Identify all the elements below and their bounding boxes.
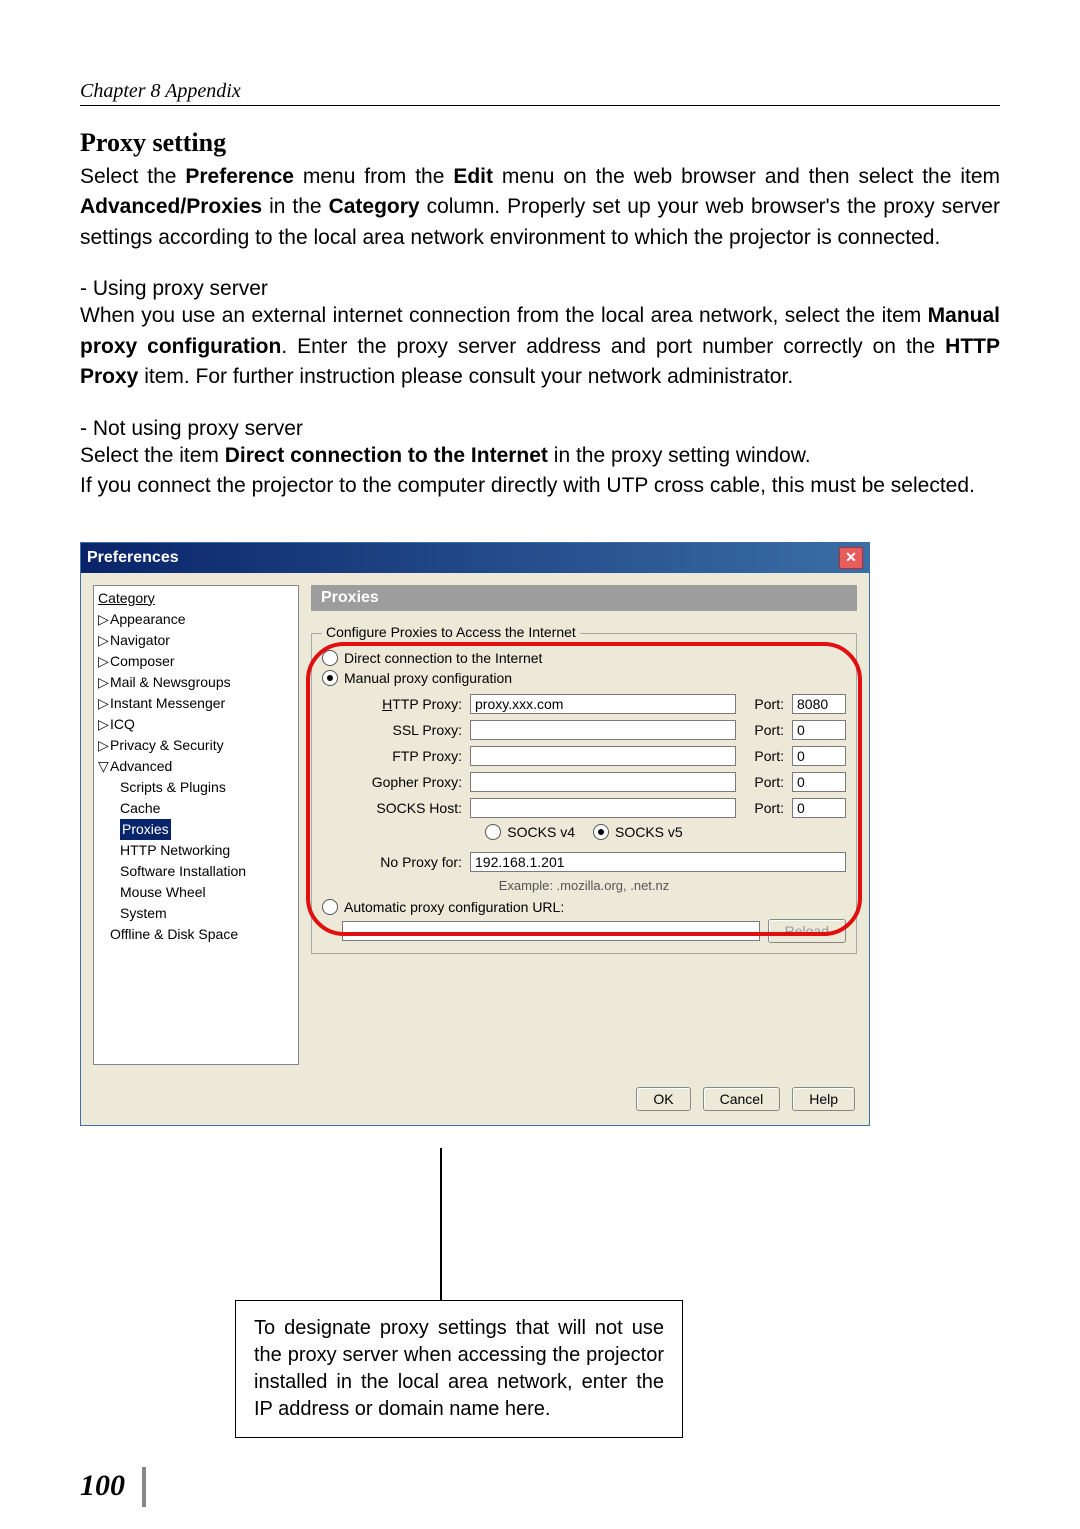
tree-item[interactable]: ▷Appearance xyxy=(98,609,294,630)
radio-icon xyxy=(485,824,501,840)
text-bold: Category xyxy=(329,195,420,218)
radio-socksv4[interactable]: SOCKS v4 xyxy=(485,824,575,840)
text: Select the item xyxy=(80,444,225,467)
tree-item[interactable]: ▷ICQ xyxy=(98,714,294,735)
port-label: Port: xyxy=(744,722,784,738)
radio-label: Direct connection to the Internet xyxy=(344,650,542,666)
section-heading: Proxy setting xyxy=(80,128,1000,158)
no-proxy-label: No Proxy for: xyxy=(342,854,462,870)
port-label: Port: xyxy=(744,774,784,790)
text: Select the xyxy=(80,165,185,188)
sub-heading-using: - Using proxy server xyxy=(80,277,1000,301)
tree-item[interactable]: HTTP Networking xyxy=(98,840,294,861)
port-label: Port: xyxy=(744,800,784,816)
text: menu from the xyxy=(294,165,453,188)
auto-url-input[interactable] xyxy=(342,921,760,941)
tree-item[interactable]: Mouse Wheel xyxy=(98,882,294,903)
tree-item[interactable]: Offline & Disk Space xyxy=(98,924,294,945)
text: in the xyxy=(262,195,328,218)
dialog-title: Preferences xyxy=(87,549,179,567)
panel-title: Proxies xyxy=(311,585,857,611)
http-proxy-input[interactable] xyxy=(470,694,736,714)
socks-host-label: SOCKS Host: xyxy=(342,800,462,816)
ssl-port-input[interactable] xyxy=(792,720,846,740)
text: item. For further instruction please con… xyxy=(138,365,793,388)
http-proxy-label: HTTP Proxy: xyxy=(342,696,462,712)
sub-heading-notusing: - Not using proxy server xyxy=(80,417,1000,441)
socks-host-input[interactable] xyxy=(470,798,736,818)
cancel-button[interactable]: Cancel xyxy=(703,1087,781,1111)
tree-item[interactable]: ▷Privacy & Security xyxy=(98,735,294,756)
radio-icon xyxy=(322,650,338,666)
tree-item[interactable]: Software Installation xyxy=(98,861,294,882)
tree-item[interactable]: Cache xyxy=(98,798,294,819)
radio-label: Automatic proxy configuration URL: xyxy=(344,899,564,915)
no-proxy-input[interactable] xyxy=(470,852,846,872)
callout-box: To designate proxy settings that will no… xyxy=(235,1300,683,1438)
notusing-paragraph-2: If you connect the projector to the comp… xyxy=(80,471,1000,501)
ok-button[interactable]: OK xyxy=(636,1087,690,1111)
gopher-proxy-input[interactable] xyxy=(470,772,736,792)
category-tree[interactable]: Category ▷Appearance ▷Navigator ▷Compose… xyxy=(93,585,299,1065)
text-bold: Preference xyxy=(185,165,294,188)
tree-item-advanced[interactable]: ▽Advanced xyxy=(98,756,294,777)
text-bold: Edit xyxy=(453,165,493,188)
ssl-proxy-input[interactable] xyxy=(470,720,736,740)
chapter-header: Chapter 8 Appendix xyxy=(80,80,1000,106)
tree-item[interactable]: ▷Composer xyxy=(98,651,294,672)
radio-manual[interactable]: Manual proxy configuration xyxy=(322,670,846,686)
tree-item[interactable]: ▷Mail & Newsgroups xyxy=(98,672,294,693)
ftp-proxy-input[interactable] xyxy=(470,746,736,766)
text: When you use an external internet connec… xyxy=(80,304,928,327)
tree-item[interactable]: ▷Instant Messenger xyxy=(98,693,294,714)
gopher-port-input[interactable] xyxy=(792,772,846,792)
radio-auto[interactable]: Automatic proxy configuration URL: xyxy=(322,899,846,915)
help-button[interactable]: Help xyxy=(792,1087,855,1111)
text: . Enter the proxy server address and por… xyxy=(281,335,945,358)
radio-socksv5[interactable]: SOCKS v5 xyxy=(593,824,683,840)
port-label: Port: xyxy=(744,748,784,764)
radio-direct[interactable]: Direct connection to the Internet xyxy=(322,650,846,666)
radio-icon xyxy=(322,670,338,686)
tree-header: Category xyxy=(98,588,294,609)
intro-paragraph: Select the Preference menu from the Edit… xyxy=(80,162,1000,253)
reload-button[interactable]: Reload xyxy=(768,919,846,943)
fieldset-legend: Configure Proxies to Access the Internet xyxy=(322,624,580,640)
text: in the proxy setting window. xyxy=(548,444,811,467)
radio-icon xyxy=(593,824,609,840)
ftp-proxy-label: FTP Proxy: xyxy=(342,748,462,764)
tree-item[interactable]: System xyxy=(98,903,294,924)
text-bold: Advanced/Proxies xyxy=(80,195,262,218)
using-paragraph: When you use an external internet connec… xyxy=(80,301,1000,392)
dialog-titlebar: Preferences ✕ xyxy=(81,543,869,573)
gopher-proxy-label: Gopher Proxy: xyxy=(342,774,462,790)
port-label: Port: xyxy=(744,696,784,712)
callout-connector-line xyxy=(440,1148,442,1313)
page-number: 100 xyxy=(80,1469,125,1503)
tree-item[interactable]: ▷Navigator xyxy=(98,630,294,651)
http-port-input[interactable] xyxy=(792,694,846,714)
socks-port-input[interactable] xyxy=(792,798,846,818)
preferences-dialog: Preferences ✕ Category ▷Appearance ▷Navi… xyxy=(80,542,870,1126)
radio-icon xyxy=(322,899,338,915)
text-bold: Direct connection to the Internet xyxy=(225,444,548,467)
page-number-divider xyxy=(142,1467,146,1507)
ssl-proxy-label: SSL Proxy: xyxy=(342,722,462,738)
text: menu on the web browser and then select … xyxy=(493,165,1000,188)
example-text: Example: .mozilla.org, .net.nz xyxy=(322,878,846,893)
tree-item-selected[interactable]: Proxies xyxy=(98,819,294,840)
notusing-paragraph-1: Select the item Direct connection to the… xyxy=(80,441,1000,471)
proxies-fieldset: Configure Proxies to Access the Internet… xyxy=(311,633,857,954)
tree-item[interactable]: Scripts & Plugins xyxy=(98,777,294,798)
radio-label: Manual proxy configuration xyxy=(344,670,512,686)
close-button[interactable]: ✕ xyxy=(839,547,863,569)
ftp-port-input[interactable] xyxy=(792,746,846,766)
